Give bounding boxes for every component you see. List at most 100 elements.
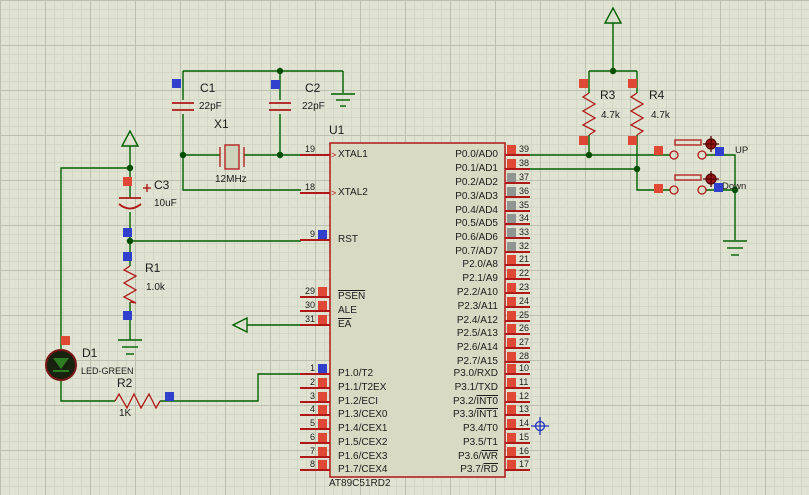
chip-pin-stub (300, 192, 330, 194)
pin-state-indicator (507, 447, 516, 456)
u1-part-label: AT89C51RD2 (329, 478, 391, 489)
pin-number: 2 (271, 377, 315, 387)
c3-value-label: 10uF (154, 198, 177, 209)
pin-name: P0.6/AD6 (378, 232, 498, 244)
pin-name: P0.1/AD1 (378, 163, 498, 175)
state-indicator (628, 79, 637, 88)
state-indicator (123, 252, 132, 261)
pin-number: 25 (519, 310, 529, 320)
pin-name: P3.1/TXD (378, 382, 498, 394)
resistor-r1[interactable] (124, 266, 136, 303)
ground-symbol-top[interactable] (331, 94, 355, 106)
pin-name: P3.7/RD (378, 464, 498, 476)
pin-state-indicator (507, 352, 516, 361)
led-d1[interactable] (46, 350, 76, 380)
chip-pin-stub (505, 469, 530, 471)
chip-pin-stub (505, 278, 530, 280)
pin-number: 36 (519, 186, 529, 196)
pin-state-indicator (507, 173, 516, 182)
chip-pin-stub (505, 373, 530, 375)
power-arrow-left[interactable] (122, 131, 138, 146)
pin-name: P2.4/A12 (378, 315, 498, 327)
capacitor-c1[interactable] (172, 103, 194, 110)
cursor-marker (531, 417, 549, 435)
schematic-canvas[interactable]: C1 22pF C2 22pF X1 12MHz U1 AT89C51RD2 C… (0, 0, 809, 495)
pin-state-indicator (318, 447, 327, 456)
chip-pin-stub (505, 306, 530, 308)
pin-name: P2.3/A11 (378, 301, 498, 313)
resistor-r4[interactable] (631, 93, 643, 135)
u1-reference-label: U1 (329, 124, 344, 137)
chip-pin-stub (505, 292, 530, 294)
chip-pin-stub (505, 401, 530, 403)
pin-name: P0.4/AD4 (378, 205, 498, 217)
pin-state-indicator (318, 460, 327, 469)
c1-reference-label: C1 (200, 82, 215, 95)
r4-value-label: 4.7k (651, 110, 670, 121)
state-indicator (579, 79, 588, 88)
chip-pin-stub (300, 428, 330, 430)
pin-number: 6 (271, 432, 315, 442)
pin-state-indicator (507, 405, 516, 414)
pin-number: 3 (271, 391, 315, 401)
d1-reference-label: D1 (82, 347, 97, 360)
r2-value-label: 1K (119, 408, 131, 419)
clock-chevron-icon: > (331, 149, 336, 161)
ground-symbol-right[interactable] (723, 241, 747, 255)
state-indicator (714, 183, 723, 192)
chip-pin-stub (300, 296, 330, 298)
pin-name: P3.3/INT1 (378, 409, 498, 421)
pin-number: 32 (519, 241, 529, 251)
chip-pin-stub (505, 168, 530, 170)
resistor-r3[interactable] (583, 93, 595, 135)
pin-state-indicator (318, 287, 327, 296)
ea-input-arrow[interactable] (233, 318, 247, 332)
chip-pin-stub (505, 196, 530, 198)
resistor-r2[interactable] (115, 394, 160, 408)
chip-pin-stub (505, 182, 530, 184)
chip-pin-stub (505, 223, 530, 225)
chip-pin-stub (505, 442, 530, 444)
pin-state-indicator (318, 378, 327, 387)
capacitor-c3[interactable] (119, 184, 151, 209)
ground-symbol-left[interactable] (118, 340, 142, 354)
pin-number: 38 (519, 158, 529, 168)
pin-name: P0.2/AD2 (378, 177, 498, 189)
pin-number: 4 (271, 404, 315, 414)
power-arrow-right[interactable] (605, 8, 621, 23)
pin-name: P1.2/ECI (338, 396, 378, 408)
pin-name: XTAL2 (338, 187, 368, 199)
state-indicator (271, 80, 280, 89)
state-indicator (165, 392, 174, 401)
r1-value-label: 1.0k (146, 282, 165, 293)
pin-number: 26 (519, 323, 529, 333)
pin-number: 34 (519, 213, 529, 223)
pin-number: 23 (519, 282, 529, 292)
d1-value-label: LED-GREEN (81, 367, 134, 377)
pin-state-indicator (507, 255, 516, 264)
pin-number: 7 (271, 446, 315, 456)
pin-number: 18 (271, 182, 315, 192)
state-indicator (654, 146, 663, 155)
r1-reference-label: R1 (145, 262, 160, 275)
pin-number: 29 (271, 286, 315, 296)
pin-number: 13 (519, 404, 529, 414)
crystal-x1[interactable] (220, 145, 244, 169)
pin-number: 19 (271, 144, 315, 154)
pin-number: 14 (519, 418, 529, 428)
pin-state-indicator (507, 187, 516, 196)
pin-name: P0.3/AD3 (378, 191, 498, 203)
c3-reference-label: C3 (154, 179, 169, 192)
pin-state-indicator (507, 311, 516, 320)
state-indicator (61, 336, 70, 345)
pin-state-indicator (507, 392, 516, 401)
pin-number: 30 (271, 300, 315, 310)
state-indicator (715, 147, 724, 156)
chip-pin-stub (505, 428, 530, 430)
capacitor-c2[interactable] (269, 103, 291, 110)
pin-number: 33 (519, 227, 529, 237)
chip-pin-stub (505, 387, 530, 389)
pin-state-indicator (318, 230, 327, 239)
x1-value-label: 12MHz (215, 174, 247, 185)
chip-pin-stub (300, 414, 330, 416)
